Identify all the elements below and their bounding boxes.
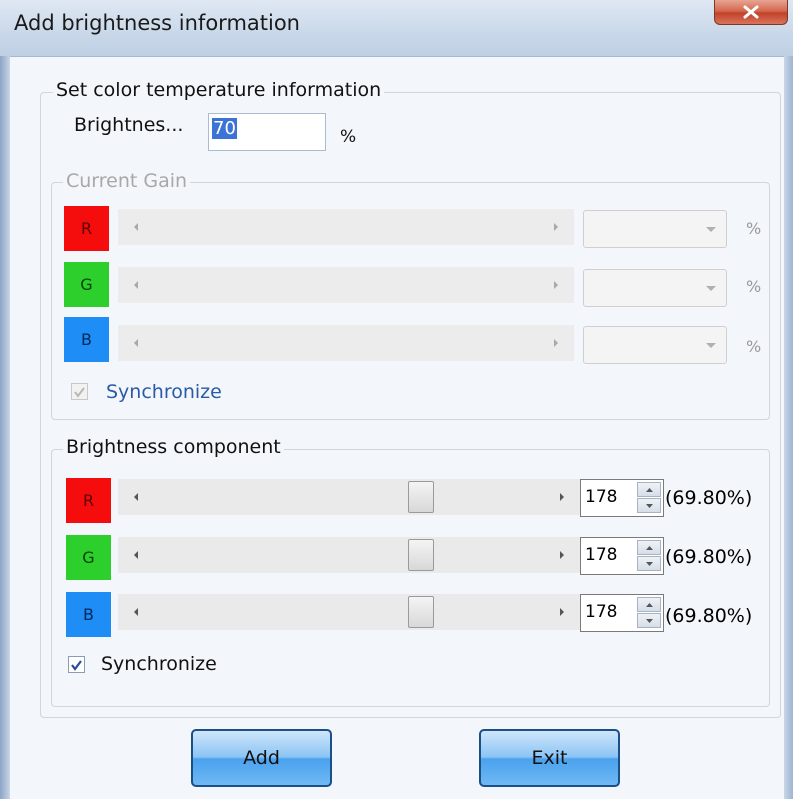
current-gain-g-unit: % — [746, 277, 762, 296]
window-title: Add brightness information — [14, 11, 300, 35]
dialog-body: Set color temperature information Bright… — [10, 56, 784, 799]
scroll-left-icon[interactable] — [118, 325, 154, 361]
dropdown-arrow-icon — [702, 221, 720, 239]
scroll-right-icon[interactable] — [538, 325, 574, 361]
brightness-b-swatch: B — [66, 592, 111, 637]
scroll-left-icon[interactable] — [118, 479, 154, 515]
spin-down-icon[interactable] — [637, 613, 661, 628]
current-gain-b-combo[interactable] — [583, 326, 727, 364]
scroll-right-icon[interactable] — [538, 267, 574, 303]
scroll-left-icon[interactable] — [118, 267, 154, 303]
current-gain-r-slider[interactable] — [118, 209, 574, 245]
current-gain-sync-checkbox[interactable] — [71, 383, 88, 400]
scroll-left-icon[interactable] — [118, 594, 154, 630]
close-button[interactable] — [714, 0, 788, 25]
brightness-b-label: B — [83, 605, 94, 624]
brightness-r-spinbox[interactable]: 178 — [580, 479, 664, 517]
brightness-r-value: 178 — [585, 487, 618, 507]
brightness-input-value: 70 — [212, 118, 237, 139]
window-frame-left — [0, 56, 10, 799]
dialog-window: Add brightness information Set color tem… — [0, 0, 793, 799]
brightness-label: Brightnes... — [74, 114, 184, 136]
current-gain-group-label: Current Gain — [63, 170, 191, 192]
brightness-g-percent: (69.80%) — [665, 546, 753, 568]
current-gain-g-combo[interactable] — [583, 269, 727, 307]
add-button[interactable]: Add — [191, 729, 332, 787]
brightness-input[interactable]: 70 — [208, 113, 326, 151]
current-gain-r-unit: % — [746, 219, 762, 238]
exit-button-label: Exit — [531, 747, 568, 769]
scroll-right-icon[interactable] — [538, 209, 574, 245]
spin-up-icon[interactable] — [637, 540, 661, 555]
brightness-b-value: 178 — [585, 602, 618, 622]
brightness-b-spinbox[interactable]: 178 — [580, 594, 664, 632]
dropdown-arrow-icon — [702, 280, 720, 298]
spin-down-icon[interactable] — [637, 498, 661, 513]
brightness-r-slider[interactable] — [118, 479, 580, 515]
current-gain-g-label: G — [80, 275, 93, 294]
brightness-sync-checkbox[interactable] — [68, 656, 85, 673]
current-gain-b-slider[interactable] — [118, 325, 574, 361]
scroll-left-icon[interactable] — [118, 537, 154, 573]
current-gain-sync-label: Synchronize — [106, 381, 222, 403]
brightness-component-group-label: Brightness component — [63, 436, 284, 458]
current-gain-b-label: B — [81, 330, 92, 349]
spin-up-icon[interactable] — [637, 482, 661, 497]
brightness-g-slider[interactable] — [118, 537, 580, 573]
checkmark-icon — [74, 386, 85, 398]
scroll-right-icon[interactable] — [544, 594, 580, 630]
brightness-unit: % — [340, 127, 357, 147]
current-gain-g-slider[interactable] — [118, 267, 574, 303]
close-icon — [743, 5, 759, 19]
brightness-r-label: R — [82, 491, 95, 510]
current-gain-r-combo[interactable] — [583, 210, 727, 248]
current-gain-r-label: R — [80, 219, 93, 238]
brightness-r-swatch: R — [66, 478, 111, 523]
spin-down-icon[interactable] — [637, 556, 661, 571]
brightness-g-spinbox[interactable]: 178 — [580, 537, 664, 575]
brightness-b-slider[interactable] — [118, 594, 580, 630]
exit-button[interactable]: Exit — [479, 729, 620, 787]
add-button-label: Add — [243, 747, 280, 769]
title-bar[interactable]: Add brightness information — [0, 0, 793, 56]
brightness-r-percent: (69.80%) — [665, 487, 753, 509]
current-gain-b-swatch: B — [64, 317, 109, 362]
brightness-b-percent: (69.80%) — [665, 605, 753, 627]
brightness-sync-label: Synchronize — [101, 653, 217, 675]
scroll-right-icon[interactable] — [544, 537, 580, 573]
brightness-g-label: G — [82, 548, 95, 567]
scroll-left-icon[interactable] — [118, 209, 154, 245]
window-frame-right — [784, 56, 793, 799]
brightness-b-slider-thumb[interactable] — [408, 596, 434, 628]
current-gain-b-unit: % — [746, 337, 762, 356]
current-gain-r-swatch: R — [64, 206, 109, 251]
brightness-g-value: 178 — [585, 545, 618, 565]
spin-up-icon[interactable] — [637, 597, 661, 612]
brightness-g-slider-thumb[interactable] — [408, 539, 434, 571]
scroll-right-icon[interactable] — [544, 479, 580, 515]
current-gain-g-swatch: G — [64, 262, 109, 307]
color-temp-group-label: Set color temperature information — [53, 79, 385, 101]
checkmark-icon — [71, 659, 82, 671]
dropdown-arrow-icon — [702, 337, 720, 355]
brightness-r-slider-thumb[interactable] — [408, 481, 434, 513]
brightness-g-swatch: G — [66, 535, 111, 580]
